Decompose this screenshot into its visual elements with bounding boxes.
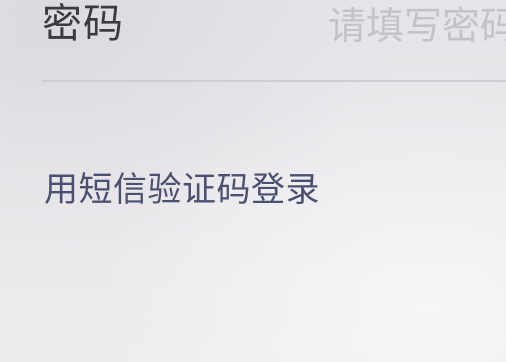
password-row: 密码 [0, 0, 506, 80]
login-screen: 密码 用短信验证码登录 [0, 0, 506, 362]
sms-login-link[interactable]: 用短信验证码登录 [44, 168, 320, 212]
password-label: 密码 [42, 1, 124, 47]
password-divider [42, 80, 506, 82]
password-input[interactable] [328, 0, 506, 52]
